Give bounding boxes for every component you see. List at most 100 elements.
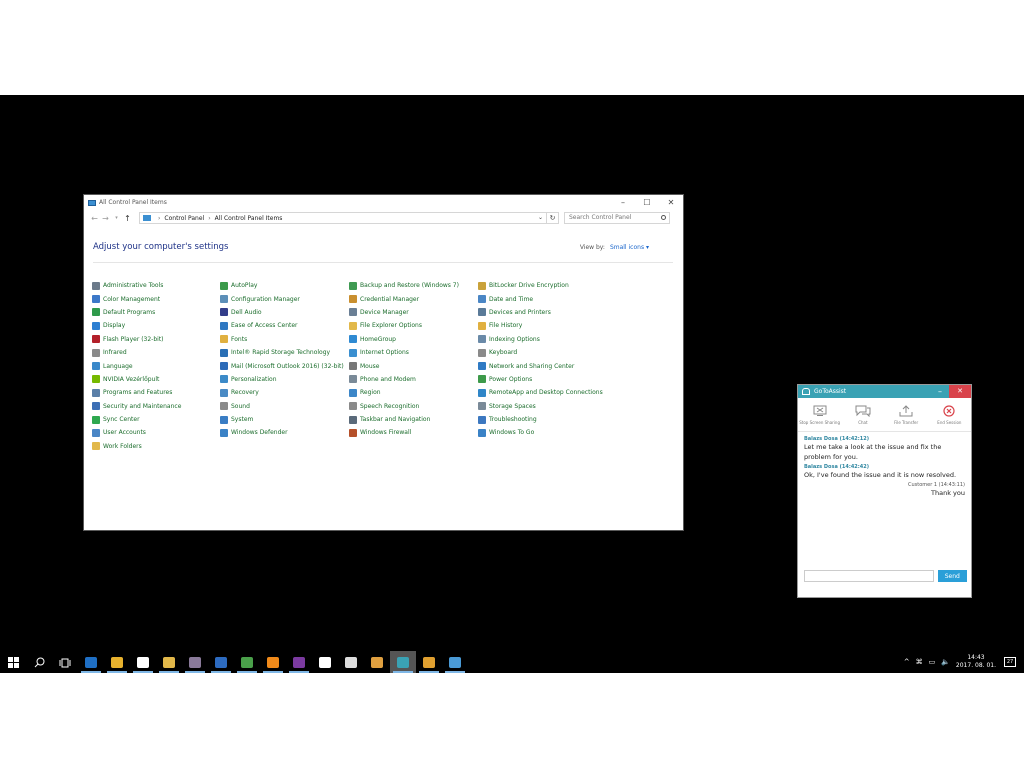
- control-panel-item[interactable]: Date and Time: [478, 292, 608, 305]
- forward-icon[interactable]: →: [100, 214, 111, 223]
- control-panel-item[interactable]: Dell Audio: [220, 306, 350, 319]
- control-panel-item[interactable]: File Explorer Options: [349, 319, 479, 332]
- control-panel-item[interactable]: Security and Maintenance: [92, 400, 222, 413]
- control-panel-item[interactable]: Device Manager: [349, 306, 479, 319]
- control-panel-item[interactable]: Windows Defender: [220, 426, 350, 439]
- control-panel-item[interactable]: Configuration Manager: [220, 292, 350, 305]
- app-tray-icon[interactable]: ⌘: [916, 658, 923, 666]
- title-bar[interactable]: All Control Panel Items – ☐ ✕: [84, 195, 683, 210]
- taskbar-button[interactable]: [130, 651, 156, 673]
- chat-button[interactable]: Chat: [841, 398, 884, 431]
- control-panel-item[interactable]: Backup and Restore (Windows 7): [349, 279, 479, 292]
- control-panel-item[interactable]: Flash Player (32-bit): [92, 333, 222, 346]
- control-panel-item[interactable]: Sync Center: [92, 413, 222, 426]
- control-panel-item[interactable]: Programs and Features: [92, 386, 222, 399]
- send-button[interactable]: Send: [937, 570, 967, 582]
- close-button[interactable]: ✕: [949, 385, 971, 398]
- control-panel-item[interactable]: Devices and Printers: [478, 306, 608, 319]
- control-panel-item[interactable]: Credential Manager: [349, 292, 479, 305]
- chevron-down-icon[interactable]: ▾: [644, 244, 649, 251]
- chevron-down-icon[interactable]: ⌄: [538, 214, 543, 221]
- control-panel-item[interactable]: System: [220, 413, 350, 426]
- gotoassist-title-bar[interactable]: GoToAssist – ✕: [798, 385, 971, 398]
- control-panel-item[interactable]: Administrative Tools: [92, 279, 222, 292]
- search-icon[interactable]: [661, 215, 666, 220]
- control-panel-item[interactable]: Mail (Microsoft Outlook 2016) (32-bit): [220, 359, 350, 372]
- control-panel-item[interactable]: Display: [92, 319, 222, 332]
- control-panel-item[interactable]: Indexing Options: [478, 333, 608, 346]
- recent-locations-icon[interactable]: ▾: [111, 215, 122, 221]
- taskbar-button[interactable]: [312, 651, 338, 673]
- taskbar-button[interactable]: [390, 651, 416, 673]
- control-panel-item[interactable]: Color Management: [92, 292, 222, 305]
- volume-icon[interactable]: 🔈: [941, 658, 950, 666]
- control-panel-item[interactable]: BitLocker Drive Encryption: [478, 279, 608, 292]
- close-button[interactable]: ✕: [659, 198, 683, 207]
- taskbar-button[interactable]: [78, 651, 104, 673]
- chat-input[interactable]: [804, 570, 934, 582]
- taskbar-button[interactable]: [364, 651, 390, 673]
- view-by-dropdown[interactable]: Small icons: [610, 244, 644, 251]
- taskbar-button[interactable]: [338, 651, 364, 673]
- control-panel-item[interactable]: NVIDIA Vezérlőpult: [92, 373, 222, 386]
- control-panel-item[interactable]: Fonts: [220, 333, 350, 346]
- breadcrumb-all-items[interactable]: All Control Panel Items: [215, 215, 283, 222]
- control-panel-item[interactable]: File History: [478, 319, 608, 332]
- control-panel-item[interactable]: Keyboard: [478, 346, 608, 359]
- clock[interactable]: 14:43 2017. 08. 01.: [956, 654, 996, 670]
- control-panel-item[interactable]: Internet Options: [349, 346, 479, 359]
- control-panel-item[interactable]: RemoteApp and Desktop Connections: [478, 386, 608, 399]
- control-panel-item[interactable]: Phone and Modem: [349, 373, 479, 386]
- chevron-right-icon[interactable]: ›: [208, 215, 210, 222]
- control-panel-item[interactable]: Intel® Rapid Storage Technology: [220, 346, 350, 359]
- maximize-button[interactable]: ☐: [635, 198, 659, 207]
- address-bar[interactable]: › Control Panel › All Control Panel Item…: [139, 212, 547, 224]
- control-panel-item[interactable]: Recovery: [220, 386, 350, 399]
- taskbar-button[interactable]: [182, 651, 208, 673]
- control-panel-item[interactable]: Infrared: [92, 346, 222, 359]
- end-session-button[interactable]: End Session: [928, 398, 971, 431]
- control-panel-item[interactable]: Speech Recognition: [349, 400, 479, 413]
- control-panel-item[interactable]: Mouse: [349, 359, 479, 372]
- control-panel-item[interactable]: Troubleshooting: [478, 413, 608, 426]
- taskbar-button[interactable]: [286, 651, 312, 673]
- taskbar-button[interactable]: [26, 651, 52, 673]
- breadcrumb-control-panel[interactable]: Control Panel: [164, 215, 204, 222]
- control-panel-item[interactable]: Taskbar and Navigation: [349, 413, 479, 426]
- notification-center-icon[interactable]: 27: [1004, 657, 1016, 667]
- taskbar-button[interactable]: [156, 651, 182, 673]
- control-panel-item[interactable]: AutoPlay: [220, 279, 350, 292]
- control-panel-item[interactable]: Sound: [220, 400, 350, 413]
- taskbar-button[interactable]: [260, 651, 286, 673]
- screen-share-button[interactable]: Stop Screen Sharing: [798, 398, 841, 431]
- up-icon[interactable]: ↑: [122, 214, 133, 223]
- taskbar-button[interactable]: [234, 651, 260, 673]
- taskbar-button[interactable]: [416, 651, 442, 673]
- control-panel-item[interactable]: User Accounts: [92, 426, 222, 439]
- minimize-button[interactable]: –: [611, 198, 635, 207]
- search-input[interactable]: Search Control Panel: [569, 214, 631, 221]
- taskbar-button[interactable]: [208, 651, 234, 673]
- control-panel-item[interactable]: Personalization: [220, 373, 350, 386]
- network-icon[interactable]: ▭: [929, 658, 936, 666]
- file-transfer-button[interactable]: File Transfer: [885, 398, 928, 431]
- control-panel-item[interactable]: Power Options: [478, 373, 608, 386]
- refresh-icon[interactable]: ↻: [547, 212, 559, 224]
- control-panel-item[interactable]: Windows To Go: [478, 426, 608, 439]
- taskbar-button[interactable]: [442, 651, 468, 673]
- taskbar-button[interactable]: [52, 651, 78, 673]
- control-panel-item[interactable]: Ease of Access Center: [220, 319, 350, 332]
- back-icon[interactable]: ←: [89, 214, 100, 223]
- chevron-up-icon[interactable]: ^: [904, 658, 910, 666]
- search-box[interactable]: Search Control Panel: [564, 212, 670, 224]
- control-panel-item[interactable]: HomeGroup: [349, 333, 479, 346]
- minimize-button[interactable]: –: [931, 387, 949, 396]
- taskbar-button[interactable]: [104, 651, 130, 673]
- chevron-right-icon[interactable]: ›: [158, 215, 160, 222]
- control-panel-item[interactable]: Default Programs: [92, 306, 222, 319]
- control-panel-item[interactable]: Storage Spaces: [478, 400, 608, 413]
- control-panel-item[interactable]: Language: [92, 359, 222, 372]
- taskbar-button[interactable]: [0, 651, 26, 673]
- control-panel-item[interactable]: Network and Sharing Center: [478, 359, 608, 372]
- control-panel-item[interactable]: Windows Firewall: [349, 426, 479, 439]
